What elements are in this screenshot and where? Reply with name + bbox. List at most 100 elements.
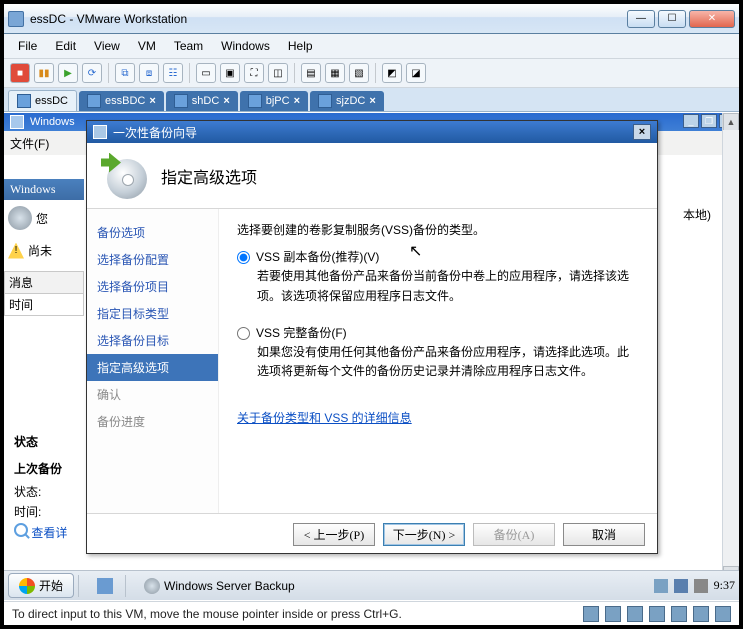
- wizard-header-icon: [101, 153, 147, 199]
- tab-close-icon[interactable]: ×: [149, 95, 155, 107]
- taskbar-quicklaunch[interactable]: [89, 575, 121, 597]
- guest-minimize-button[interactable]: _: [683, 114, 699, 128]
- guest-menu-file[interactable]: 文件(F): [10, 135, 49, 152]
- wizard-close-button[interactable]: ×: [633, 124, 651, 140]
- tb-snapshot-revert-icon[interactable]: ⧈: [139, 63, 159, 83]
- menu-view[interactable]: View: [86, 37, 128, 55]
- vss-full-desc: 如果您没有使用任何其他备份产品来备份应用程序，请选择此选项。此选项将更新每个文件…: [257, 343, 639, 381]
- window-maximize-button[interactable]: ☐: [658, 10, 686, 28]
- vm-tab-essbdc[interactable]: essBDC ×: [79, 91, 164, 111]
- wizard-nav-item[interactable]: 选择备份目标: [87, 327, 218, 354]
- status-sound-icon[interactable]: [693, 606, 709, 622]
- vmware-menubar: File Edit View VM Team Windows Help: [4, 34, 739, 59]
- backup-app-icon: [144, 578, 160, 594]
- guest-time-col: 时间: [4, 294, 84, 316]
- menu-help[interactable]: Help: [280, 37, 321, 55]
- guest-messages-header: 消息: [4, 271, 84, 294]
- taskbar-app-button[interactable]: Windows Server Backup: [136, 575, 303, 597]
- menu-edit[interactable]: Edit: [47, 37, 84, 55]
- windows-logo-icon: [19, 578, 35, 594]
- tb-unity-icon[interactable]: ◫: [268, 63, 288, 83]
- vm-tab-shdc[interactable]: shDC ×: [166, 91, 238, 111]
- status-printer-icon[interactable]: [715, 606, 731, 622]
- wizard-title-text: 一次性备份向导: [113, 124, 197, 141]
- tb-misc1-icon[interactable]: ◩: [382, 63, 402, 83]
- menu-file[interactable]: File: [10, 37, 45, 55]
- wizard-nav-item[interactable]: 选择备份项目: [87, 273, 218, 300]
- wizard-content: 选择要创建的卷影复制服务(VSS)备份的类型。 VSS 副本备份(推荐)(V) …: [219, 209, 657, 513]
- status-hd-icon[interactable]: [583, 606, 599, 622]
- tab-close-icon[interactable]: ×: [369, 95, 375, 107]
- tb-appliance-icon[interactable]: ▧: [349, 63, 369, 83]
- wizard-nav-item[interactable]: 指定目标类型: [87, 300, 218, 327]
- vss-full-radio[interactable]: [237, 327, 250, 340]
- vm-tab-label: shDC: [192, 95, 220, 107]
- wizard-titlebar[interactable]: 一次性备份向导 ×: [87, 121, 657, 143]
- guest-state-label: 状态:: [14, 483, 86, 500]
- vm-tab-sjzdc[interactable]: sjzDC ×: [310, 91, 384, 111]
- window-minimize-button[interactable]: —: [627, 10, 655, 28]
- wizard-nav-item[interactable]: 备份选项: [87, 219, 218, 246]
- backup-app-icon: [8, 206, 32, 230]
- vmware-toolbar: ■ ▮▮ ▶ ⟳ ⧉ ⧈ ☷ ▭ ▣ ⛶ ◫ ▤ ▦ ▧ ◩ ◪: [4, 59, 739, 88]
- menu-team[interactable]: Team: [166, 37, 211, 55]
- vmware-status-message: To direct input to this VM, move the mou…: [12, 607, 402, 621]
- guest-status-header: 状态: [14, 433, 86, 450]
- wizard-cancel-button[interactable]: 取消: [563, 523, 645, 546]
- guest-time-label: 时间:: [14, 503, 86, 520]
- tb-console-icon[interactable]: ▦: [325, 63, 345, 83]
- wizard-nav-item[interactable]: 选择备份配置: [87, 246, 218, 273]
- guest-warn-label: 尚未: [28, 242, 52, 259]
- tray-volume-icon[interactable]: [694, 579, 708, 593]
- tb-summary-icon[interactable]: ▤: [301, 63, 321, 83]
- vmware-window-title: essDC - VMware Workstation: [30, 12, 627, 26]
- scroll-up-icon[interactable]: ▲: [723, 113, 739, 130]
- guest-last-backup: 上次备份: [14, 460, 86, 477]
- guest-left-header: Windows: [4, 179, 84, 200]
- tray-icon[interactable]: [674, 579, 688, 593]
- tb-misc2-icon[interactable]: ◪: [406, 63, 426, 83]
- tb-snapshot-icon[interactable]: ⧉: [115, 63, 135, 83]
- wizard-next-button[interactable]: 下一步(N) >: [383, 523, 465, 546]
- menu-vm[interactable]: VM: [130, 37, 164, 55]
- vm-tab-label: sjzDC: [336, 95, 365, 107]
- menu-windows[interactable]: Windows: [213, 37, 278, 55]
- tb-view1-icon[interactable]: ▭: [196, 63, 216, 83]
- tb-reset-icon[interactable]: ⟳: [82, 63, 102, 83]
- tray-icon[interactable]: [654, 579, 668, 593]
- tb-pause-icon[interactable]: ▮▮: [34, 63, 54, 83]
- client-vertical-scrollbar[interactable]: ▲ ▼: [722, 113, 739, 600]
- guest-view-details[interactable]: 查看详: [31, 526, 67, 540]
- tab-close-icon[interactable]: ×: [294, 95, 300, 107]
- vm-icon: [17, 94, 31, 108]
- system-tray: 9:37: [654, 578, 735, 593]
- vss-copy-label[interactable]: VSS 副本备份(推荐)(V): [256, 248, 379, 267]
- guest-taskbar: 开始 Windows Server Backup 9:37: [4, 570, 739, 600]
- desktop-icon: [97, 578, 113, 594]
- start-button[interactable]: 开始: [8, 573, 74, 598]
- tb-fullscreen-icon[interactable]: ⛶: [244, 63, 264, 83]
- tb-stop-icon[interactable]: ■: [10, 63, 30, 83]
- tab-close-icon[interactable]: ×: [223, 95, 229, 107]
- tb-view2-icon[interactable]: ▣: [220, 63, 240, 83]
- taskbar-app-label: Windows Server Backup: [164, 579, 295, 593]
- vm-client-area[interactable]: Windows _ ❐ × 文件(F) Windows 您 ! 尚未 消息 时间…: [4, 112, 739, 600]
- wizard-help-link[interactable]: 关于备份类型和 VSS 的详细信息: [237, 409, 412, 428]
- status-net-icon[interactable]: [649, 606, 665, 622]
- vm-icon: [248, 94, 262, 108]
- tray-clock[interactable]: 9:37: [714, 578, 735, 593]
- tb-play-icon[interactable]: ▶: [58, 63, 78, 83]
- wizard-prev-button[interactable]: < 上一步(P): [293, 523, 375, 546]
- tb-snapshot-mgr-icon[interactable]: ☷: [163, 63, 183, 83]
- vss-copy-radio[interactable]: [237, 251, 250, 264]
- vm-tab-essdc[interactable]: essDC: [8, 90, 77, 111]
- guest-restore-button[interactable]: ❐: [701, 114, 717, 128]
- vss-full-label[interactable]: VSS 完整备份(F): [256, 324, 347, 343]
- wizard-nav-item-active[interactable]: 指定高级选项: [87, 354, 218, 381]
- status-cd-icon[interactable]: [605, 606, 621, 622]
- window-close-button[interactable]: ✕: [689, 10, 735, 28]
- vm-icon: [87, 94, 101, 108]
- vm-tab-bjpc[interactable]: bjPC ×: [240, 91, 308, 111]
- status-floppy-icon[interactable]: [627, 606, 643, 622]
- status-usb-icon[interactable]: [671, 606, 687, 622]
